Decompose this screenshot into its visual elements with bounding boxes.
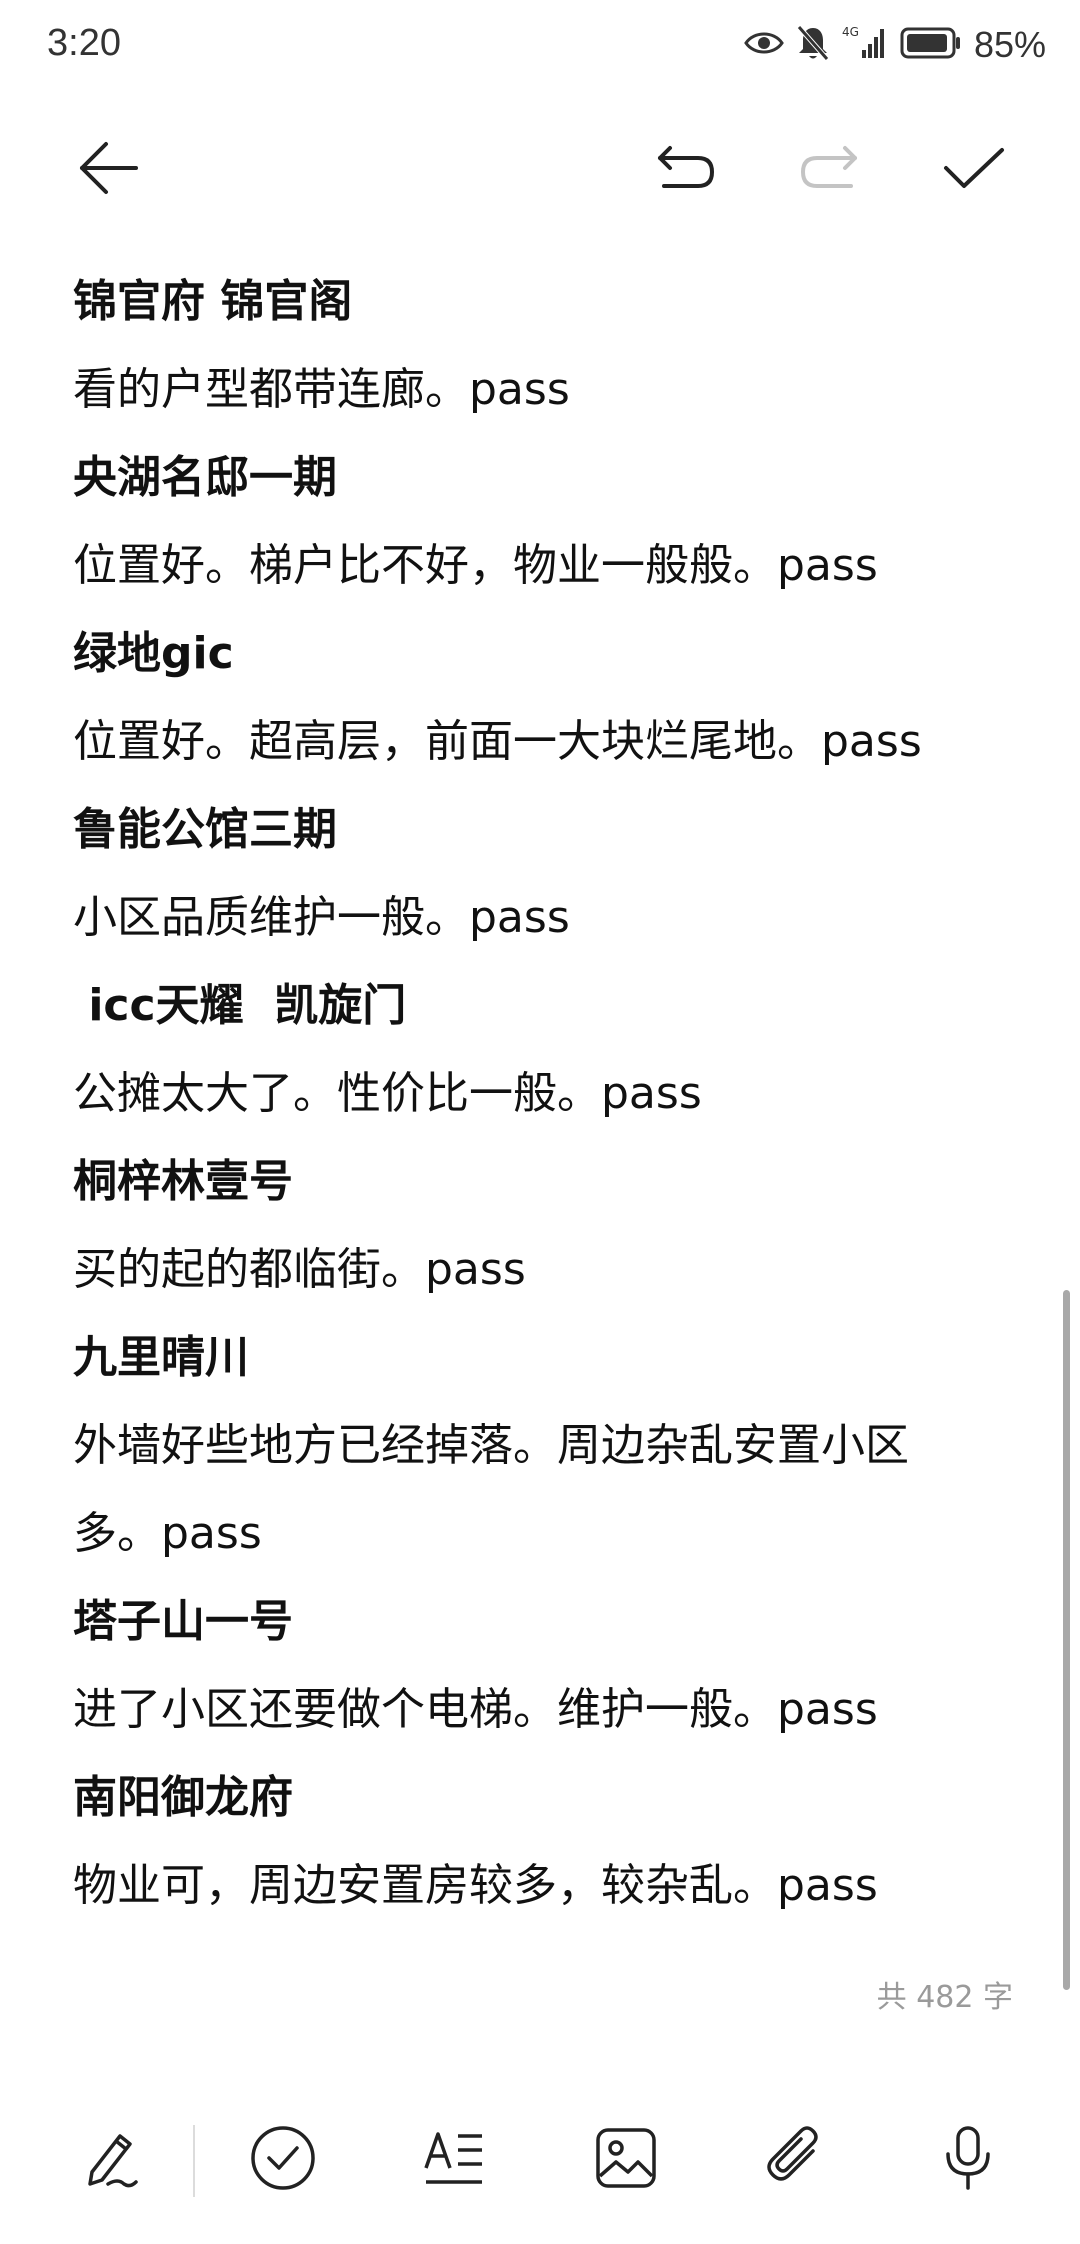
note-heading: 鲁能公馆三期 bbox=[73, 804, 337, 855]
word-count: 共 482 字 bbox=[876, 1980, 1013, 2015]
note-text: 买的起的都临街。pass bbox=[73, 1244, 526, 1295]
attachment-button[interactable] bbox=[745, 2110, 845, 2210]
text-format-button[interactable] bbox=[405, 2110, 505, 2210]
battery-percent: 85% bbox=[973, 24, 1046, 65]
done-button[interactable] bbox=[934, 130, 1014, 210]
editor-toolbar bbox=[0, 120, 1080, 220]
bell-muted-icon bbox=[796, 24, 830, 66]
note-text: 进了小区还要做个电梯。维护一般。pass bbox=[73, 1684, 878, 1735]
note-text: 外墙好些地方已经掉落。周边杂乱安置小区 bbox=[73, 1420, 909, 1471]
note-text: 位置好。梯户比不好，物业一般般。pass bbox=[73, 540, 878, 591]
attachment-icon bbox=[763, 2125, 827, 2195]
note-text: 看的户型都带连廊。pass bbox=[73, 364, 570, 415]
note-body[interactable]: 锦官府 锦官阁 看的户型都带连廊。pass 央湖名邸一期 位置好。梯户比不好，物… bbox=[73, 258, 1013, 1930]
signal-4g-icon: 4G bbox=[842, 24, 888, 66]
pen-icon bbox=[78, 2126, 142, 2194]
status-bar: 3:20 4G 85% bbox=[0, 0, 1080, 90]
note-heading: 九里晴川 bbox=[73, 1332, 249, 1383]
battery-icon bbox=[900, 26, 962, 64]
checklist-icon bbox=[249, 2124, 317, 2196]
redo-icon bbox=[797, 144, 863, 196]
note-heading: 绿地gic bbox=[73, 628, 234, 679]
note-heading: 桐梓林壹号 bbox=[73, 1156, 293, 1207]
status-time: 3:20 bbox=[47, 22, 121, 64]
microphone-icon bbox=[940, 2124, 996, 2196]
status-icons: 4G 85% bbox=[744, 20, 1046, 70]
note-heading: 央湖名邸一期 bbox=[73, 452, 337, 503]
image-icon bbox=[594, 2126, 658, 2194]
note-heading: 锦官府 锦官阁 bbox=[73, 276, 353, 327]
checklist-button[interactable] bbox=[233, 2110, 333, 2210]
text-format-icon bbox=[422, 2128, 488, 2192]
back-button[interactable] bbox=[68, 130, 148, 210]
check-icon bbox=[942, 144, 1006, 196]
scrollbar[interactable] bbox=[1063, 1290, 1070, 1990]
note-text: 公摊太大了。性价比一般。pass bbox=[73, 1068, 702, 1119]
note-text: 物业可，周边安置房较多，较杂乱。pass bbox=[73, 1860, 878, 1911]
undo-icon bbox=[652, 144, 718, 196]
back-arrow-icon bbox=[76, 140, 140, 200]
svg-text:4G: 4G bbox=[842, 25, 859, 39]
undo-button[interactable] bbox=[645, 130, 725, 210]
voice-input-button[interactable] bbox=[918, 2110, 1018, 2210]
bottom-toolbar bbox=[0, 2110, 1080, 2220]
toolbar-divider bbox=[193, 2125, 195, 2197]
insert-image-button[interactable] bbox=[576, 2110, 676, 2210]
redo-button[interactable] bbox=[790, 130, 870, 210]
note-text: 小区品质维护一般。pass bbox=[73, 892, 570, 943]
eye-icon bbox=[744, 28, 784, 62]
note-text: 位置好。超高层，前面一大块烂尾地。pass bbox=[73, 716, 922, 767]
note-text: 多。pass bbox=[73, 1508, 262, 1559]
note-heading: icc天耀 凯旋门 bbox=[73, 980, 407, 1031]
note-heading: 塔子山一号 bbox=[73, 1596, 293, 1647]
note-heading: 南阳御龙府 bbox=[73, 1772, 293, 1823]
handwriting-button[interactable] bbox=[60, 2110, 160, 2210]
